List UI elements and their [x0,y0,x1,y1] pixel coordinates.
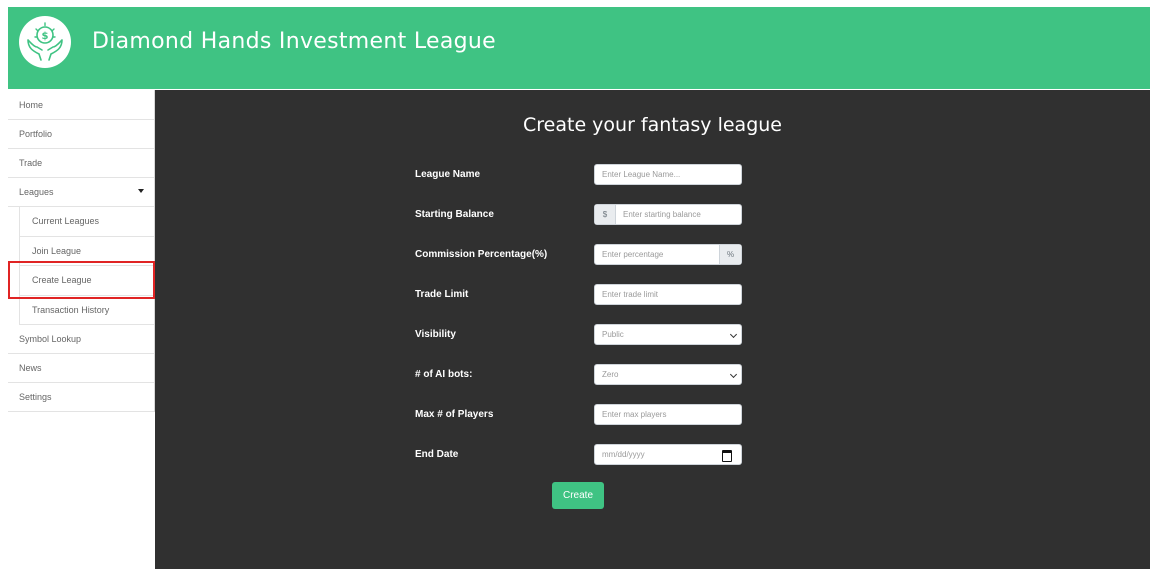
main-content: Create your fantasy league League Name E… [155,90,1150,569]
field-label: Visibility [415,329,456,340]
trade-limit-input[interactable]: Enter trade limit [594,284,742,305]
svg-text:$: $ [42,31,49,42]
sidebar: Home Portfolio Trade Leagues Current Lea… [8,90,155,412]
dollar-prefix: $ [595,205,616,224]
form-row-ai-bots: # of AI bots: Zero [415,364,745,386]
money-hands-icon[interactable]: $ [19,16,71,68]
placeholder-text: mm/dd/yyyy [602,450,645,459]
sidebar-item-portfolio[interactable]: Portfolio [8,120,154,149]
chevron-down-icon [729,370,738,379]
league-name-input[interactable]: Enter League Name... [594,164,742,185]
header-bar: $ Diamond Hands Investment League [8,7,1150,89]
placeholder-text: Enter trade limit [602,290,659,299]
max-players-input[interactable]: Enter max players [594,404,742,425]
form-row-visibility: Visibility Public [415,324,745,346]
form-row-trade-limit: Trade Limit Enter trade limit [415,284,745,306]
field-label: Commission Percentage(%) [415,249,548,260]
ai-bots-select[interactable]: Zero [594,364,742,385]
visibility-select[interactable]: Public [594,324,742,345]
placeholder-text: Enter max players [602,410,667,419]
sidebar-item-symbol-lookup[interactable]: Symbol Lookup [8,325,154,354]
sidebar-item-news[interactable]: News [8,354,154,383]
calendar-icon[interactable] [722,450,732,462]
form-row-end-date: End Date mm/dd/yyyy [415,444,745,466]
chevron-down-icon [729,330,738,339]
app-window: $ Diamond Hands Investment League Home P… [8,7,1150,569]
form-row-max-players: Max # of Players Enter max players [415,404,745,426]
sidebar-item-current-leagues[interactable]: Current Leagues [20,207,154,237]
form-row-starting-balance: Starting Balance $ Enter starting balanc… [415,204,745,226]
form-row-league-name: League Name Enter League Name... [415,164,745,186]
form-row-commission: Commission Percentage(%) Enter percentag… [415,244,745,266]
end-date-input[interactable]: mm/dd/yyyy [594,444,742,465]
app-title: Diamond Hands Investment League [92,29,496,54]
placeholder-text: Enter starting balance [623,210,701,219]
sidebar-item-join-league[interactable]: Join League [20,237,154,266]
field-label: End Date [415,449,459,460]
sidebar-item-leagues[interactable]: Leagues [8,178,154,207]
placeholder-text: Enter League Name... [602,170,681,179]
field-label: Starting Balance [415,209,494,220]
starting-balance-input[interactable]: $ Enter starting balance [594,204,742,225]
selected-value: Public [602,330,624,339]
leagues-submenu: Current Leagues Join League Create Leagu… [19,207,154,325]
sidebar-item-home[interactable]: Home [8,90,154,120]
sidebar-item-create-league[interactable]: Create League [20,266,154,296]
commission-input[interactable]: Enter percentage % [594,244,742,265]
percent-suffix: % [719,245,741,264]
create-button[interactable]: Create [552,482,604,509]
field-label: League Name [415,169,481,180]
sidebar-item-settings[interactable]: Settings [8,383,154,412]
sidebar-item-trade[interactable]: Trade [8,149,154,178]
sidebar-item-label: Leagues [19,187,54,197]
sidebar-item-transaction-history[interactable]: Transaction History [20,296,154,325]
placeholder-text: Enter percentage [602,250,664,259]
caret-down-icon [138,189,144,193]
field-label: # of AI bots: [415,369,473,380]
page-title: Create your fantasy league [523,114,782,136]
field-label: Max # of Players [415,409,494,420]
selected-value: Zero [602,370,619,379]
field-label: Trade Limit [415,289,469,300]
